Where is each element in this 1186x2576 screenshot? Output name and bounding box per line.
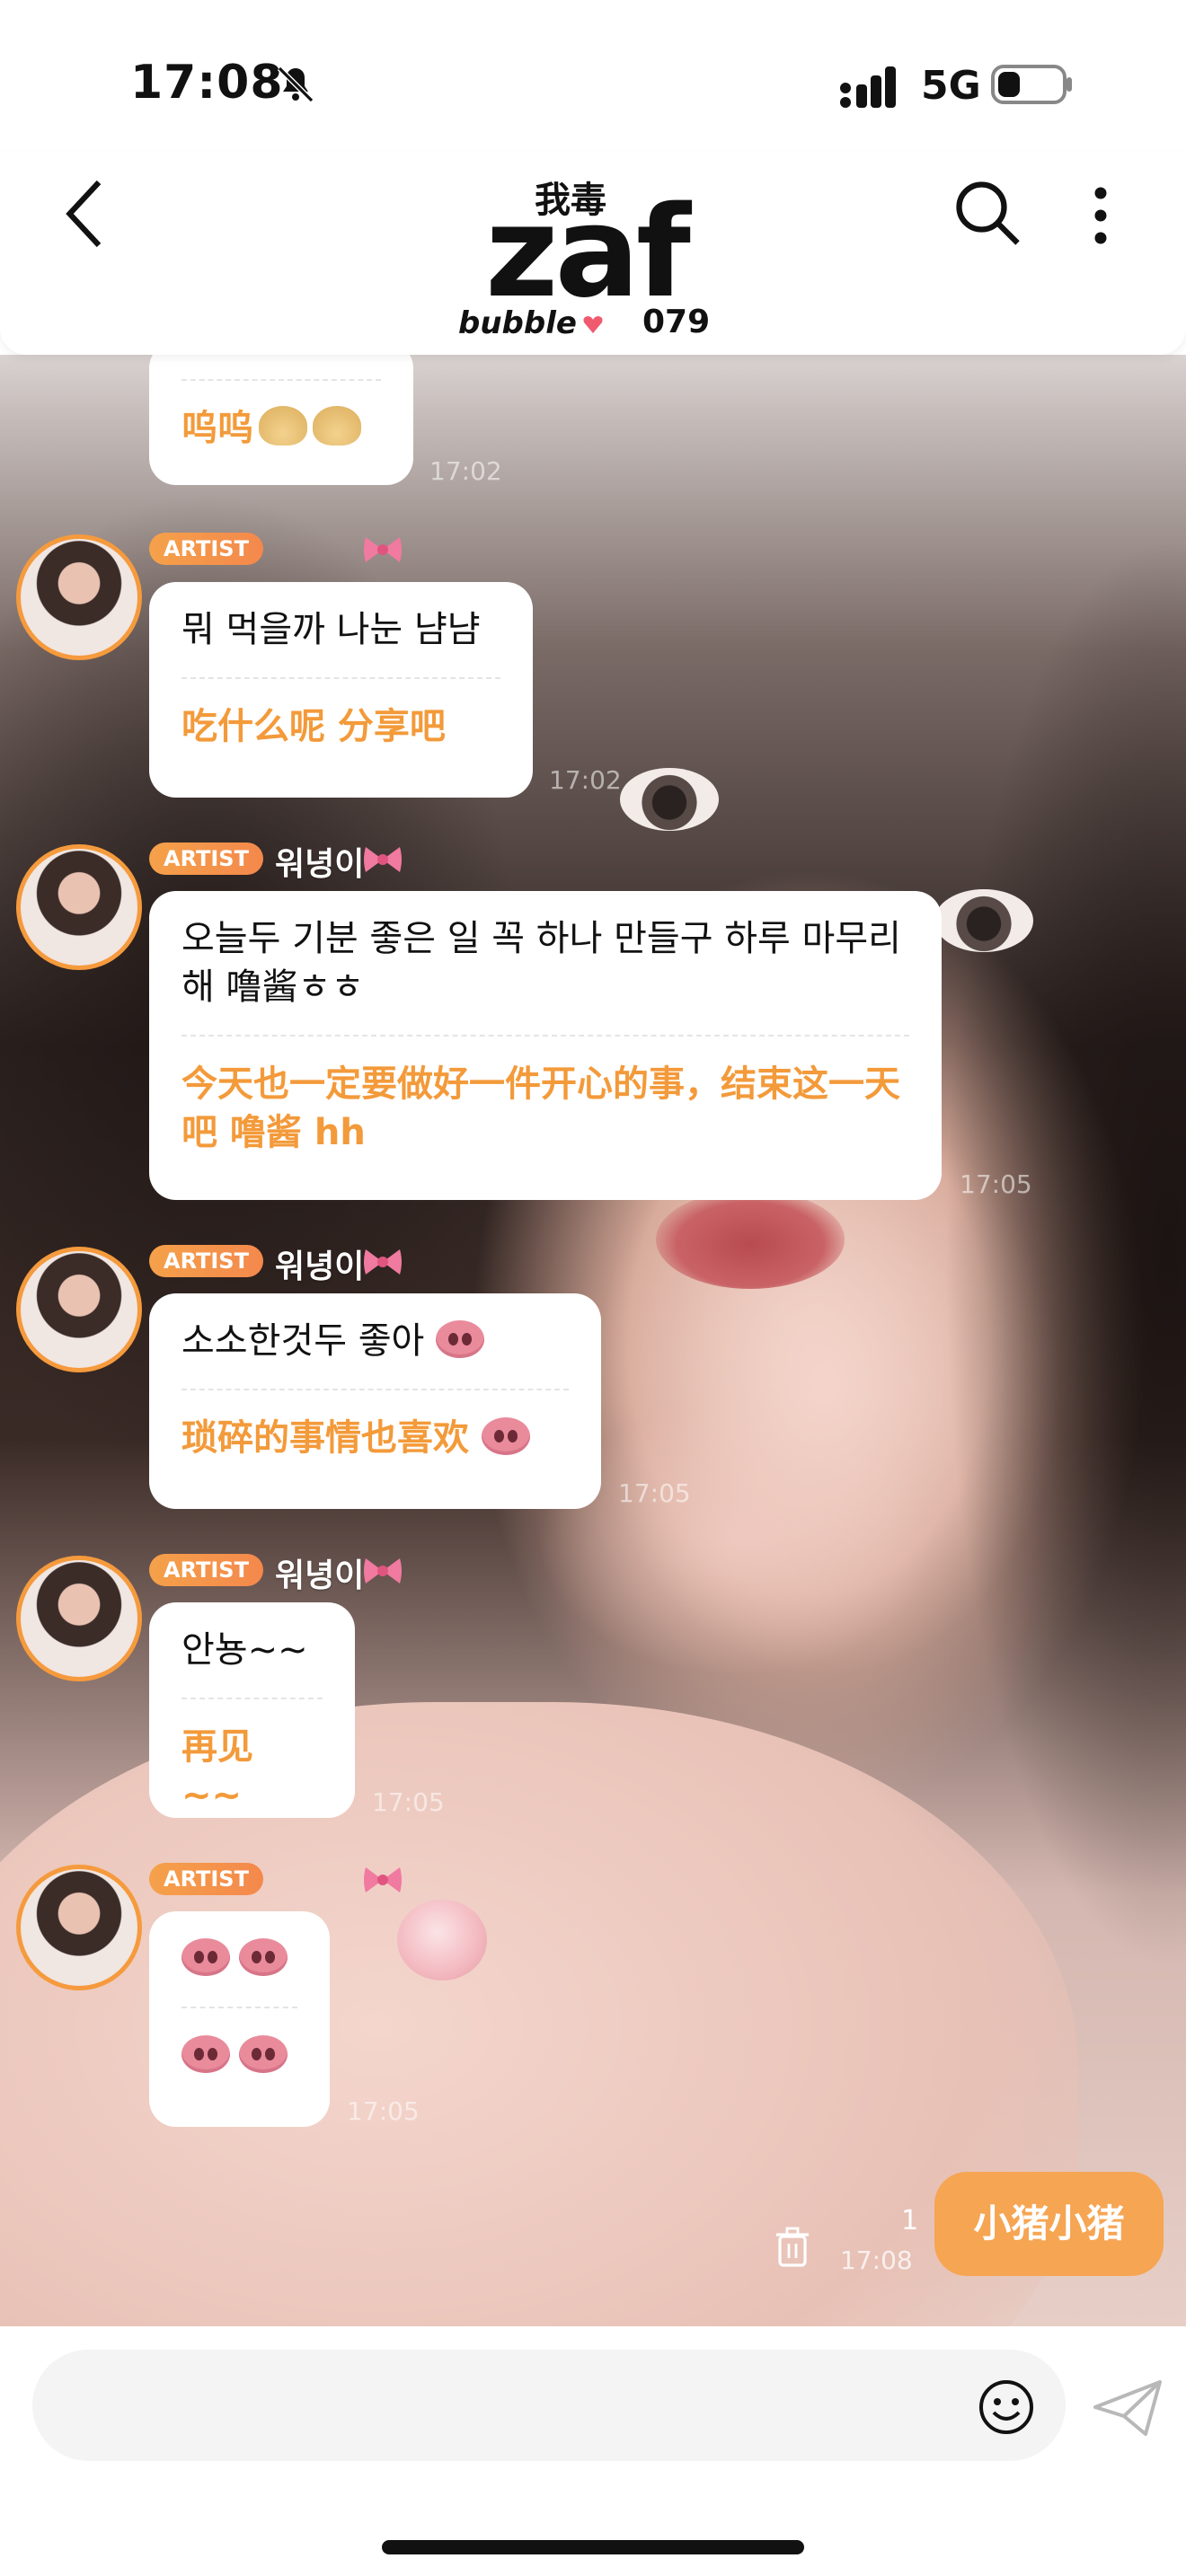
message-time: 17:05 [372,1787,445,1817]
message-chinese: 琐碎的事情也喜欢 [181,1390,569,1489]
back-icon[interactable] [63,178,108,250]
artist-tag: ARTIST [149,1863,263,1895]
pig-emoji-icon [436,1320,485,1358]
message-time: 17:02 [429,456,502,486]
dumpling-emoji-icon [259,406,307,446]
own-message-bubble[interactable]: 小猪小猪 [934,2172,1164,2276]
message-bubble[interactable]: 뭐 먹을까 나눈 냠냠 吃什么呢 分享吧 [149,582,533,798]
bow-icon [364,847,402,872]
message-chinese [181,2008,297,2107]
pig-emoji-icon [481,1417,530,1455]
status-bar: 17:08 5G [0,0,1186,171]
message-korean [181,1911,297,2008]
battery-icon [991,65,1072,104]
message-input[interactable] [32,2350,1066,2461]
artist-name: 워녕이 [275,1248,365,1285]
message-bubble[interactable]: 안뇽~~ 再见 ~~ [149,1602,355,1818]
message-korean: 소소한것두 좋아 [181,1293,569,1390]
avatar[interactable] [16,844,142,970]
more-icon[interactable] [1078,180,1123,251]
heart-icon [583,316,603,333]
avatar[interactable] [16,534,142,660]
message-bubble[interactable]: 呜呜 [149,341,413,485]
message-time: 17:05 [618,1478,691,1508]
bell-slash-icon [277,66,314,103]
message-chinese: 吃什么呢 分享吧 [181,706,446,747]
trash-icon[interactable] [773,2226,812,2269]
message-bubble[interactable]: 오늘두 기분 좋은 일 꼭 하나 만들구 하루 마무리 해 噜酱ㅎㅎ 今天也一定… [149,891,942,1200]
input-bar [0,2326,1186,2576]
message-time: 17:05 [960,1169,1032,1199]
message-korean: 오늘두 기분 좋은 일 꼭 하나 만들구 하루 마무리 해 噜酱ㅎㅎ [181,891,909,1037]
pig-emoji-icon [239,2035,288,2073]
bow-icon [364,1249,402,1275]
chat-header: 我毒 zaf bubble 079 [0,153,1186,355]
smile-icon[interactable] [978,2378,1035,2436]
message-chinese: 再见 ~~ [181,1726,253,1816]
avatar[interactable] [16,1556,142,1681]
status-time: 17:08 [130,56,284,110]
avatar[interactable] [16,1865,142,1990]
artist-tag: ARTIST [149,1554,263,1586]
avatar[interactable] [16,1247,142,1372]
bow-icon [364,1558,402,1584]
pig-emoji-icon [239,1938,288,1976]
bg-hair-right [943,534,1186,1972]
own-message-time: 17:08 [840,2245,913,2275]
logo-number: 079 [642,304,711,340]
message-korean: 뭐 먹을까 나눈 냠냠 [181,582,500,679]
message-chinese: 今天也一定要做好一件开心的事，结束这一天吧 噜酱 hh [181,1063,900,1153]
logo-sub: bubble [458,305,577,341]
message-chinese: 呜呜 [181,381,381,480]
message-bubble[interactable]: 소소한것두 좋아 琐碎的事情也喜欢 [149,1293,601,1509]
logo-main: zaf [485,180,691,326]
bg-rose [397,1900,487,1981]
bg-eye-left [620,768,719,831]
dumpling-emoji-icon [313,406,361,446]
message-bubble[interactable] [149,1911,330,2127]
read-count: 1 [901,2205,919,2236]
message-time: 17:05 [347,2096,420,2126]
artist-tag: ARTIST [149,1245,263,1277]
artist-name: 워녕이 [275,1557,365,1594]
network-type: 5G [921,63,981,109]
artist-tag: ARTIST [149,842,263,875]
artist-tag: ARTIST [149,533,263,565]
bow-icon [364,1867,402,1892]
bow-icon [364,537,402,562]
search-icon[interactable] [952,178,1024,250]
signal-icon [840,66,896,108]
pig-emoji-icon [181,2035,230,2073]
artist-name: 워녕이 [275,846,365,883]
bg-lips [656,1190,845,1289]
pig-emoji-icon [181,1938,230,1976]
bg-eye-right [934,889,1033,952]
chat-logo: 我毒 zaf bubble 079 [449,171,737,350]
message-korean: 안뇽~~ [181,1602,323,1699]
send-icon[interactable] [1092,2378,1164,2438]
home-indicator [382,2540,804,2554]
message-time: 17:02 [549,765,622,795]
